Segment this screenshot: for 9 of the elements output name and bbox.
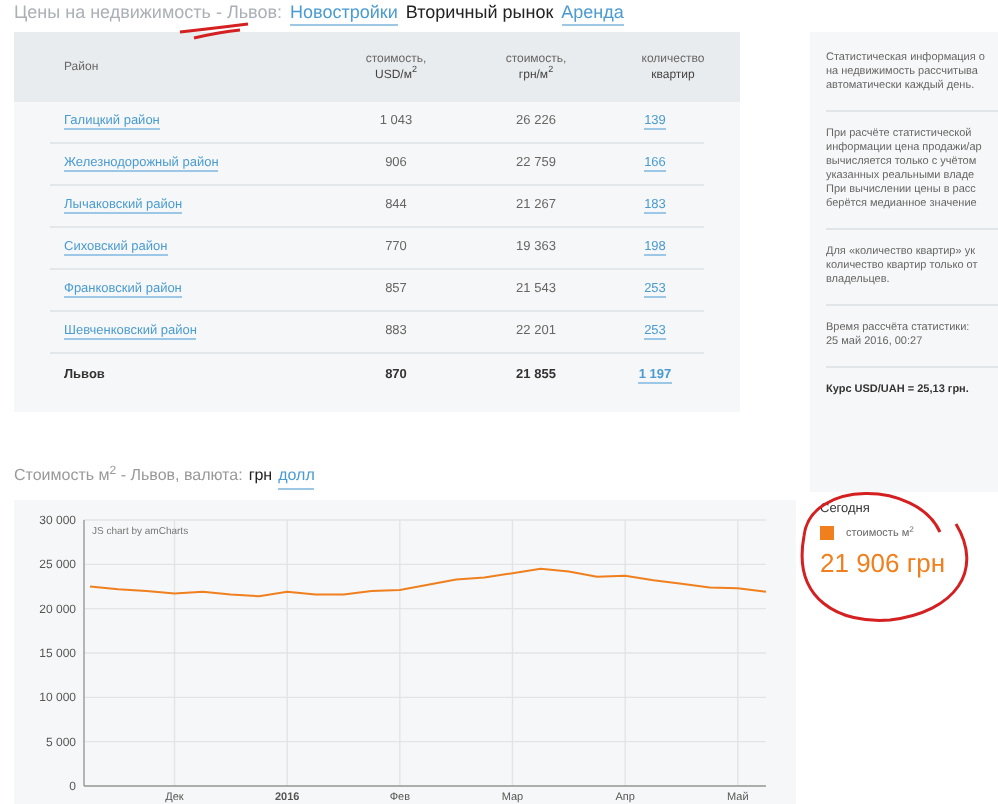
currency-option[interactable]: грн: [248, 464, 273, 488]
hand-drawn-underline: [178, 22, 250, 40]
breadcrumb-text: Цены на недвижимость - Львов:: [14, 0, 283, 24]
market-tab[interactable]: Вторичный рынок: [405, 0, 554, 24]
current-price-value: 21 906 грн: [820, 548, 946, 578]
currency-option[interactable]: долл: [278, 464, 315, 490]
chart-title: Стоимость м$^{2}$ - Львов, валюта:: [14, 464, 243, 488]
market-tab[interactable]: Новостройки: [290, 0, 398, 26]
market-tab[interactable]: Аренда: [561, 0, 624, 26]
